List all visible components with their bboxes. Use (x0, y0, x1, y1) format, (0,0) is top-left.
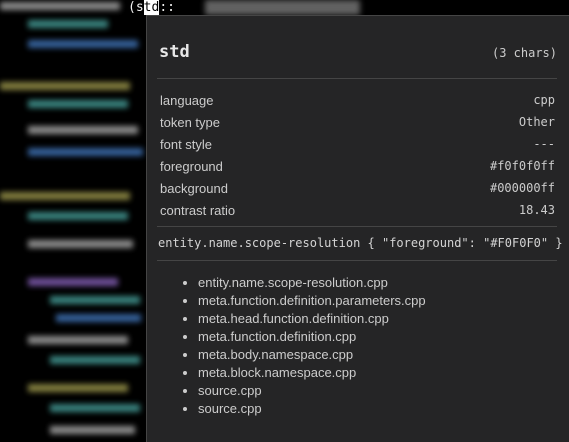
blurred-code-line (28, 278, 118, 286)
property-row: contrast ratio 18.43 (160, 199, 555, 221)
token-title: std (159, 42, 190, 62)
scope-item: source.cpp (198, 382, 426, 400)
property-label: background (160, 180, 228, 196)
blurred-code-line (28, 20, 108, 28)
current-code-line: (std:: (128, 0, 175, 15)
scope-item: meta.block.namespace.cpp (198, 364, 426, 382)
scope-item: meta.body.namespace.cpp (198, 346, 426, 364)
blurred-code-line (28, 100, 128, 108)
blurred-code-line (28, 148, 143, 156)
inspector-header: std (3 chars) (159, 42, 557, 62)
blurred-code-line (0, 2, 120, 10)
blurred-code-line (28, 240, 133, 248)
blurred-code-line (50, 426, 135, 434)
blurred-code-line (28, 126, 138, 134)
property-label: token type (160, 114, 220, 130)
property-value: 18.43 (518, 203, 555, 217)
property-row: token type Other (160, 111, 555, 133)
property-value: Other (518, 115, 555, 129)
blurred-code-line (28, 336, 128, 344)
blurred-code-line (50, 296, 140, 304)
blurred-code-line (50, 404, 140, 412)
token-properties: language cpp token type Other font style… (160, 89, 555, 221)
property-row: font style --- (160, 133, 555, 155)
token-inspector-hover: std (3 chars) language cpp token type Ot… (146, 15, 569, 442)
property-label: font style (160, 136, 213, 152)
divider (157, 260, 557, 261)
property-row: background #000000ff (160, 177, 555, 199)
scope-item: entity.name.scope-resolution.cpp (198, 274, 426, 292)
property-label: contrast ratio (160, 202, 236, 218)
scope-item: source.cpp (198, 400, 426, 418)
scope-item: meta.function.definition.cpp (198, 328, 426, 346)
code-suffix: :: (159, 0, 175, 15)
blurred-code-line (28, 40, 138, 48)
blurred-code-line (50, 356, 140, 364)
scope-item: meta.function.definition.parameters.cpp (198, 292, 426, 310)
divider (157, 78, 557, 79)
scope-list: entity.name.scope-resolution.cpp meta.fu… (183, 274, 426, 418)
code-prefix: (s (128, 0, 144, 15)
theme-rule: entity.name.scope-resolution { "foregrou… (158, 236, 563, 250)
property-value: #000000ff (489, 181, 555, 195)
property-value: --- (533, 137, 555, 151)
blurred-code-line (28, 384, 128, 392)
blurred-code-line (0, 192, 130, 200)
blurred-code-line (205, 0, 360, 15)
blurred-code-line (0, 82, 130, 90)
property-label: language (160, 92, 214, 108)
blurred-code-line (28, 212, 128, 220)
property-value: #f0f0f0ff (489, 159, 555, 173)
property-row: language cpp (160, 89, 555, 111)
property-label: foreground (160, 158, 223, 174)
divider (157, 226, 557, 227)
blurred-code-line (56, 314, 141, 322)
char-count: (3 chars) (491, 46, 557, 60)
scope-item: meta.head.function.definition.cpp (198, 310, 426, 328)
property-row: foreground #f0f0f0ff (160, 155, 555, 177)
selected-token[interactable]: td (143, 0, 160, 15)
property-value: cpp (533, 93, 555, 107)
